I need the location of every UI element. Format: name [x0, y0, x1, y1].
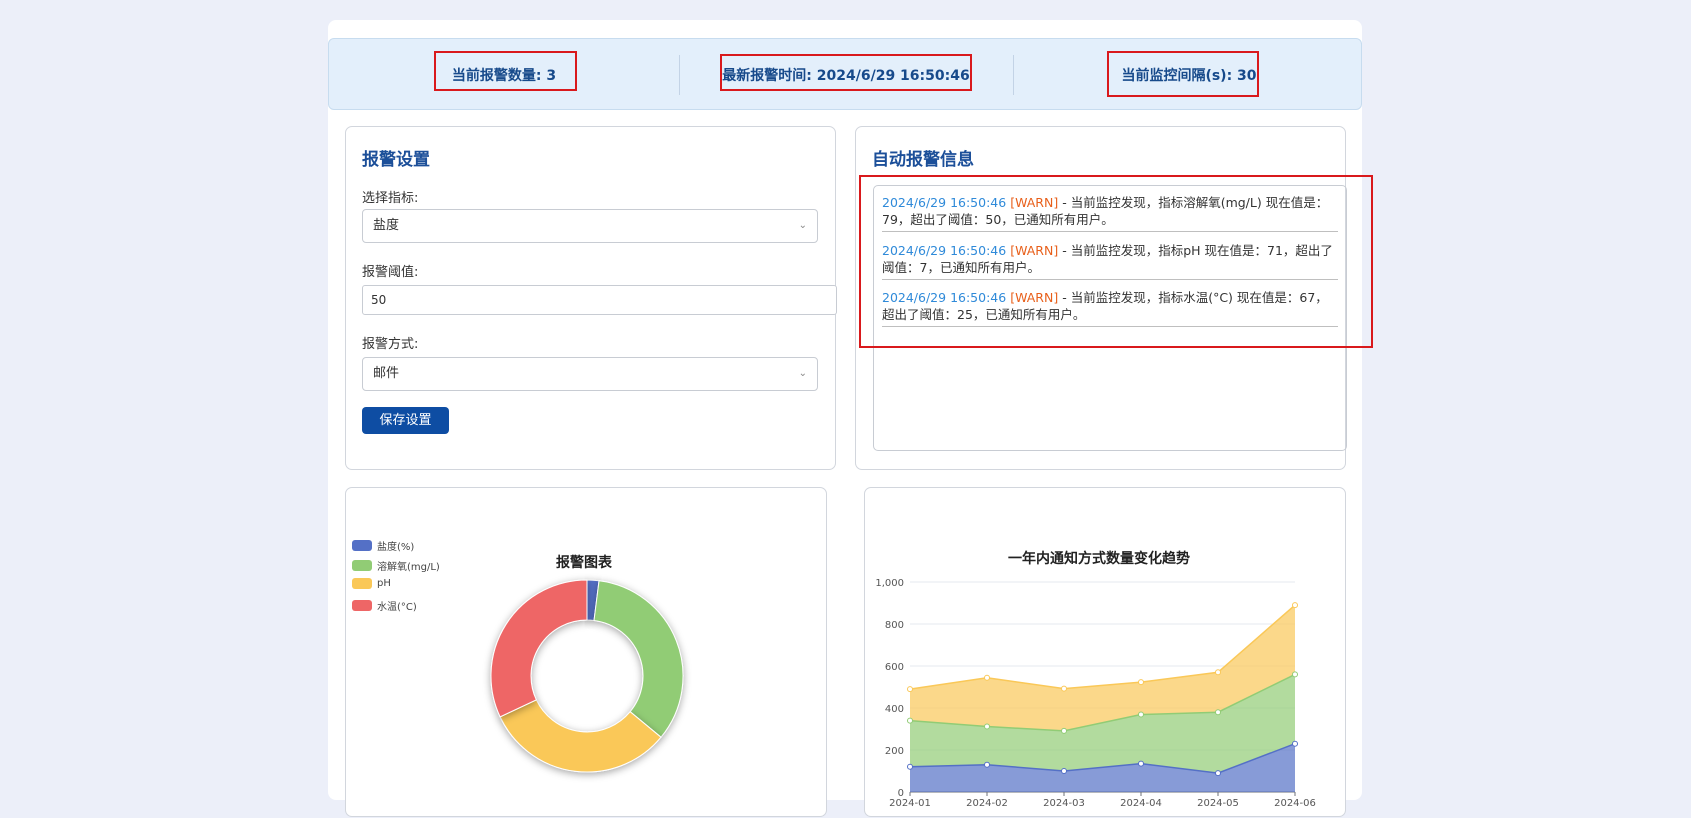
- y-tick-label: 200: [885, 746, 904, 757]
- data-point[interactable]: [1138, 711, 1144, 718]
- data-point[interactable]: [1061, 727, 1067, 734]
- alert-log-entry: 2024/6/29 16:50:46 [WARN] - 当前监控发现，指标pH …: [882, 242, 1338, 280]
- data-point[interactable]: [1215, 709, 1221, 716]
- area-chart: 02004006008001,0002024-01 2024-02 2024-03 2…: [875, 578, 1316, 809]
- data-point[interactable]: [984, 723, 990, 730]
- data-point[interactable]: [907, 686, 913, 693]
- threshold-label: 报警阈值:: [362, 265, 419, 280]
- x-tick-label: 2024-06: [1274, 798, 1316, 809]
- data-point[interactable]: [1138, 679, 1144, 686]
- stat-divider: [679, 55, 680, 95]
- stats-bar: 当前报警数量: 3 最新报警时间: 2024/6/29 16:50:46 当前监…: [328, 38, 1362, 110]
- x-tick-label: 2024-03: [1043, 798, 1085, 809]
- pie-slice[interactable]: [593, 580, 684, 738]
- alarm-count-stat: 当前报警数量: 3: [434, 39, 577, 111]
- alert-time: 2024/6/29 16:50:46: [882, 290, 1007, 305]
- x-tick-label: 2024-05: [1197, 798, 1239, 809]
- data-point[interactable]: [1061, 768, 1067, 774]
- interval-text: 当前监控间隔(s): 30: [1121, 68, 1257, 84]
- alert-level: [WARN]: [1010, 290, 1059, 305]
- alert-time: 2024/6/29 16:50:46: [882, 195, 1007, 210]
- data-point[interactable]: [984, 674, 990, 681]
- pie-chart: [490, 579, 684, 773]
- data-point[interactable]: [1061, 685, 1067, 692]
- latest-time-text: 最新报警时间: 2024/6/29 16:50:46: [722, 68, 970, 84]
- y-tick-label: 800: [885, 620, 904, 631]
- x-tick-label: 2024-02: [966, 798, 1008, 809]
- alert-level: [WARN]: [1010, 243, 1059, 258]
- trend-chart-card: 一年内通知方式数量变化趋势 0 200 400 600 800 1,000 2024-01 2…: [864, 487, 1346, 817]
- alert-time: 2024/6/29 16:50:46: [882, 243, 1007, 258]
- alarm-settings-card: 报警设置 选择指标: 盐度 ⌄ 报警阈值: 50 报警方式: 邮件 ⌄ 保存设置: [345, 126, 837, 470]
- indicator-label: 选择指标:: [362, 191, 419, 206]
- dashboard-page: 当前报警数量: 3 最新报警时间: 2024/6/29 16:50:46 当前监…: [328, 20, 1373, 817]
- alerts-title: 自动报警信息: [872, 150, 974, 170]
- data-point[interactable]: [1292, 740, 1298, 747]
- indicator-value: 盐度: [373, 218, 400, 233]
- data-point[interactable]: [1292, 671, 1298, 678]
- method-select[interactable]: 邮件 ⌄: [362, 357, 818, 391]
- chevron-down-icon: ⌄: [798, 220, 807, 231]
- alert-level: [WARN]: [1010, 195, 1059, 210]
- alarm-count-text: 当前报警数量: 3: [451, 68, 557, 84]
- x-tick-label: 2024-01: [889, 798, 931, 809]
- data-point[interactable]: [907, 763, 913, 770]
- alert-log[interactable]: 2024/6/29 16:50:46 [WARN] - 当前监控发现，指标溶解氧…: [873, 185, 1347, 451]
- settings-title: 报警设置: [362, 150, 430, 170]
- auto-alerts-card: 自动报警信息 2024/6/29 16:50:46 [WARN] - 当前监控发…: [855, 126, 1347, 470]
- data-point[interactable]: [1215, 770, 1221, 777]
- y-tick-label: 1,000: [875, 578, 904, 589]
- x-tick-label: 2024-04: [1120, 798, 1162, 809]
- alert-log-entry: 2024/6/29 16:50:46 [WARN] - 当前监控发现，指标水温(…: [882, 289, 1338, 327]
- threshold-input[interactable]: 50: [362, 285, 837, 315]
- pie-slice[interactable]: [490, 579, 588, 718]
- data-point[interactable]: [1215, 669, 1221, 676]
- save-settings-button[interactable]: 保存设置: [362, 407, 449, 434]
- alarm-chart-card: 盐度(%) 溶解氧(mg/L) pH 水温(°C) 报警图表: [345, 487, 827, 817]
- interval-stat: 当前监控间隔(s): 30: [1089, 39, 1289, 111]
- method-value: 邮件: [373, 366, 400, 381]
- data-point[interactable]: [907, 717, 913, 724]
- latest-time-stat: 最新报警时间: 2024/6/29 16:50:46: [720, 39, 972, 111]
- data-point[interactable]: [1292, 602, 1298, 609]
- stat-divider: [1013, 55, 1014, 95]
- chevron-down-icon: ⌄: [798, 368, 807, 379]
- alert-log-entry: 2024/6/29 16:50:46 [WARN] - 当前监控发现，指标溶解氧…: [882, 194, 1338, 232]
- indicator-select[interactable]: 盐度 ⌄: [362, 209, 818, 243]
- method-label: 报警方式:: [362, 337, 419, 352]
- y-tick-label: 600: [885, 662, 904, 673]
- y-tick-label: 400: [885, 704, 904, 715]
- data-point[interactable]: [1138, 760, 1144, 767]
- data-point[interactable]: [984, 761, 990, 768]
